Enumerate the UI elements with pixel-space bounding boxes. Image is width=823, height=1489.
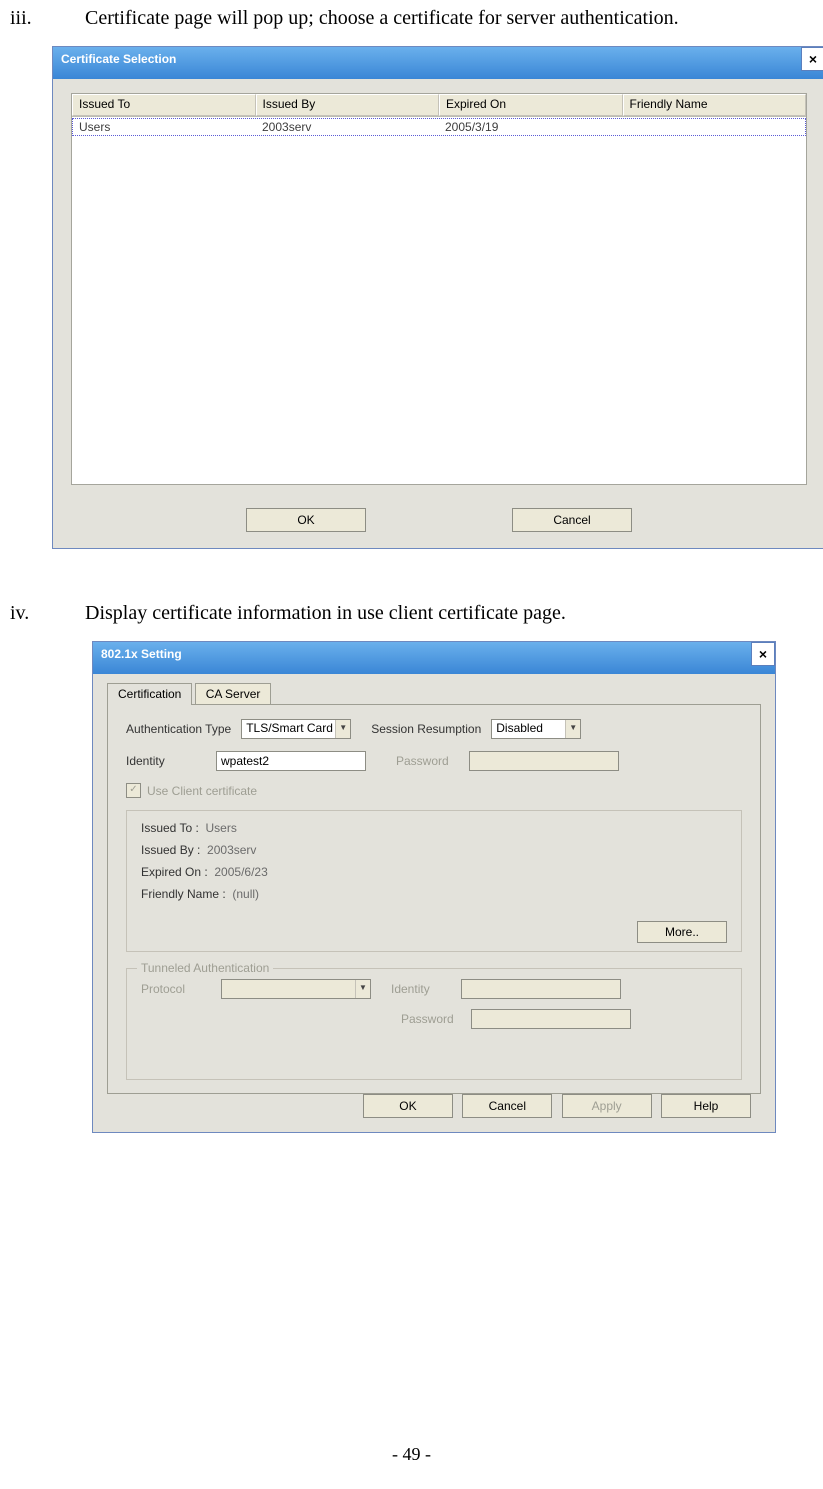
cell-issued-by: 2003serv bbox=[256, 119, 439, 135]
tunnel-protocol-label: Protocol bbox=[141, 982, 211, 996]
ok-button[interactable]: OK bbox=[363, 1094, 453, 1118]
session-resumption-value: Disabled bbox=[496, 721, 543, 735]
tunneled-auth-group: Tunneled Authentication Protocol ▼ Ident… bbox=[126, 968, 742, 1080]
step-number: iii. bbox=[10, 4, 80, 32]
tunnel-identity-label: Identity bbox=[391, 982, 451, 996]
issued-to-label: Issued To : bbox=[141, 821, 199, 835]
auth-type-select[interactable]: TLS/Smart Card ▼ bbox=[241, 719, 351, 739]
cell-friendly-name bbox=[622, 119, 805, 135]
step-text: Display certificate information in use c… bbox=[85, 599, 805, 627]
more-button[interactable]: More.. bbox=[637, 921, 727, 943]
cancel-button[interactable]: Cancel bbox=[512, 508, 632, 532]
tunneled-auth-legend: Tunneled Authentication bbox=[137, 961, 273, 975]
session-resumption-label: Session Resumption bbox=[371, 722, 481, 736]
header-issued-by[interactable]: Issued By bbox=[256, 94, 440, 116]
step-iii: iii. Certificate page will pop up; choos… bbox=[10, 4, 813, 32]
list-header-row: Issued To Issued By Expired On Friendly … bbox=[72, 94, 806, 117]
header-friendly-name[interactable]: Friendly Name bbox=[623, 94, 807, 116]
dialog-button-row: OK Cancel bbox=[53, 508, 823, 532]
page-number: - 49 - bbox=[0, 1444, 823, 1465]
tunnel-identity-input bbox=[461, 979, 621, 999]
close-icon: × bbox=[809, 51, 817, 67]
issued-by-label: Issued By : bbox=[141, 843, 200, 857]
list-row-selected[interactable]: Users 2003serv 2005/3/19 bbox=[72, 118, 806, 136]
header-issued-to[interactable]: Issued To bbox=[72, 94, 256, 116]
dialog-button-row: OK Cancel Apply Help bbox=[357, 1094, 751, 1118]
identity-input[interactable] bbox=[216, 751, 366, 771]
use-client-cert-label: Use Client certificate bbox=[147, 784, 257, 798]
auth-type-label: Authentication Type bbox=[126, 722, 231, 736]
issued-to-value: Users bbox=[206, 821, 237, 835]
expired-on-value: 2005/6/23 bbox=[214, 865, 267, 879]
chevron-down-icon: ▼ bbox=[355, 980, 370, 998]
cell-expired-on: 2005/3/19 bbox=[439, 119, 622, 135]
certificate-info-group: Issued To : Users Issued By : 2003serv E… bbox=[126, 810, 742, 952]
close-icon: × bbox=[759, 646, 767, 662]
password-input bbox=[469, 751, 619, 771]
dialog-title: 802.1x Setting bbox=[101, 647, 182, 661]
chevron-down-icon: ▼ bbox=[335, 720, 350, 738]
friendly-name-label: Friendly Name : bbox=[141, 887, 226, 901]
close-button[interactable]: × bbox=[751, 642, 775, 666]
auth-type-value: TLS/Smart Card bbox=[246, 721, 333, 735]
step-text: Certificate page will pop up; choose a c… bbox=[85, 4, 805, 32]
dialog-title: Certificate Selection bbox=[61, 52, 176, 66]
dialog-titlebar: 802.1x Setting × bbox=[93, 642, 775, 674]
identity-label: Identity bbox=[126, 754, 206, 768]
ok-button[interactable]: OK bbox=[246, 508, 366, 532]
certificate-list[interactable]: Issued To Issued By Expired On Friendly … bbox=[71, 93, 807, 485]
step-iv: iv. Display certificate information in u… bbox=[10, 599, 813, 627]
password-label: Password bbox=[396, 754, 449, 768]
header-expired-on[interactable]: Expired On bbox=[439, 94, 623, 116]
friendly-name-value: (null) bbox=[232, 887, 259, 901]
certificate-selection-dialog: Certificate Selection × Issued To Issued… bbox=[52, 46, 823, 549]
step-number: iv. bbox=[10, 599, 80, 627]
tunnel-protocol-select: ▼ bbox=[221, 979, 371, 999]
tunnel-password-input bbox=[471, 1009, 631, 1029]
dialog-titlebar: Certificate Selection × bbox=[53, 47, 823, 79]
issued-by-value: 2003serv bbox=[207, 843, 256, 857]
apply-button: Apply bbox=[562, 1094, 652, 1118]
tab-ca-server[interactable]: CA Server bbox=[195, 683, 272, 705]
tab-strip: Certification CA Server bbox=[107, 682, 775, 704]
close-button[interactable]: × bbox=[801, 47, 823, 71]
cell-issued-to: Users bbox=[73, 119, 256, 135]
cancel-button[interactable]: Cancel bbox=[462, 1094, 552, 1118]
help-button[interactable]: Help bbox=[661, 1094, 751, 1118]
tab-body: Authentication Type TLS/Smart Card ▼ Ses… bbox=[107, 704, 761, 1094]
session-resumption-select[interactable]: Disabled ▼ bbox=[491, 719, 581, 739]
expired-on-label: Expired On : bbox=[141, 865, 208, 879]
8021x-setting-dialog: 802.1x Setting × Certification CA Server… bbox=[92, 641, 776, 1133]
use-client-cert-checkbox: ✓ bbox=[126, 783, 141, 798]
tab-certification[interactable]: Certification bbox=[107, 683, 192, 705]
chevron-down-icon: ▼ bbox=[565, 720, 580, 738]
tunnel-password-label: Password bbox=[401, 1012, 461, 1026]
